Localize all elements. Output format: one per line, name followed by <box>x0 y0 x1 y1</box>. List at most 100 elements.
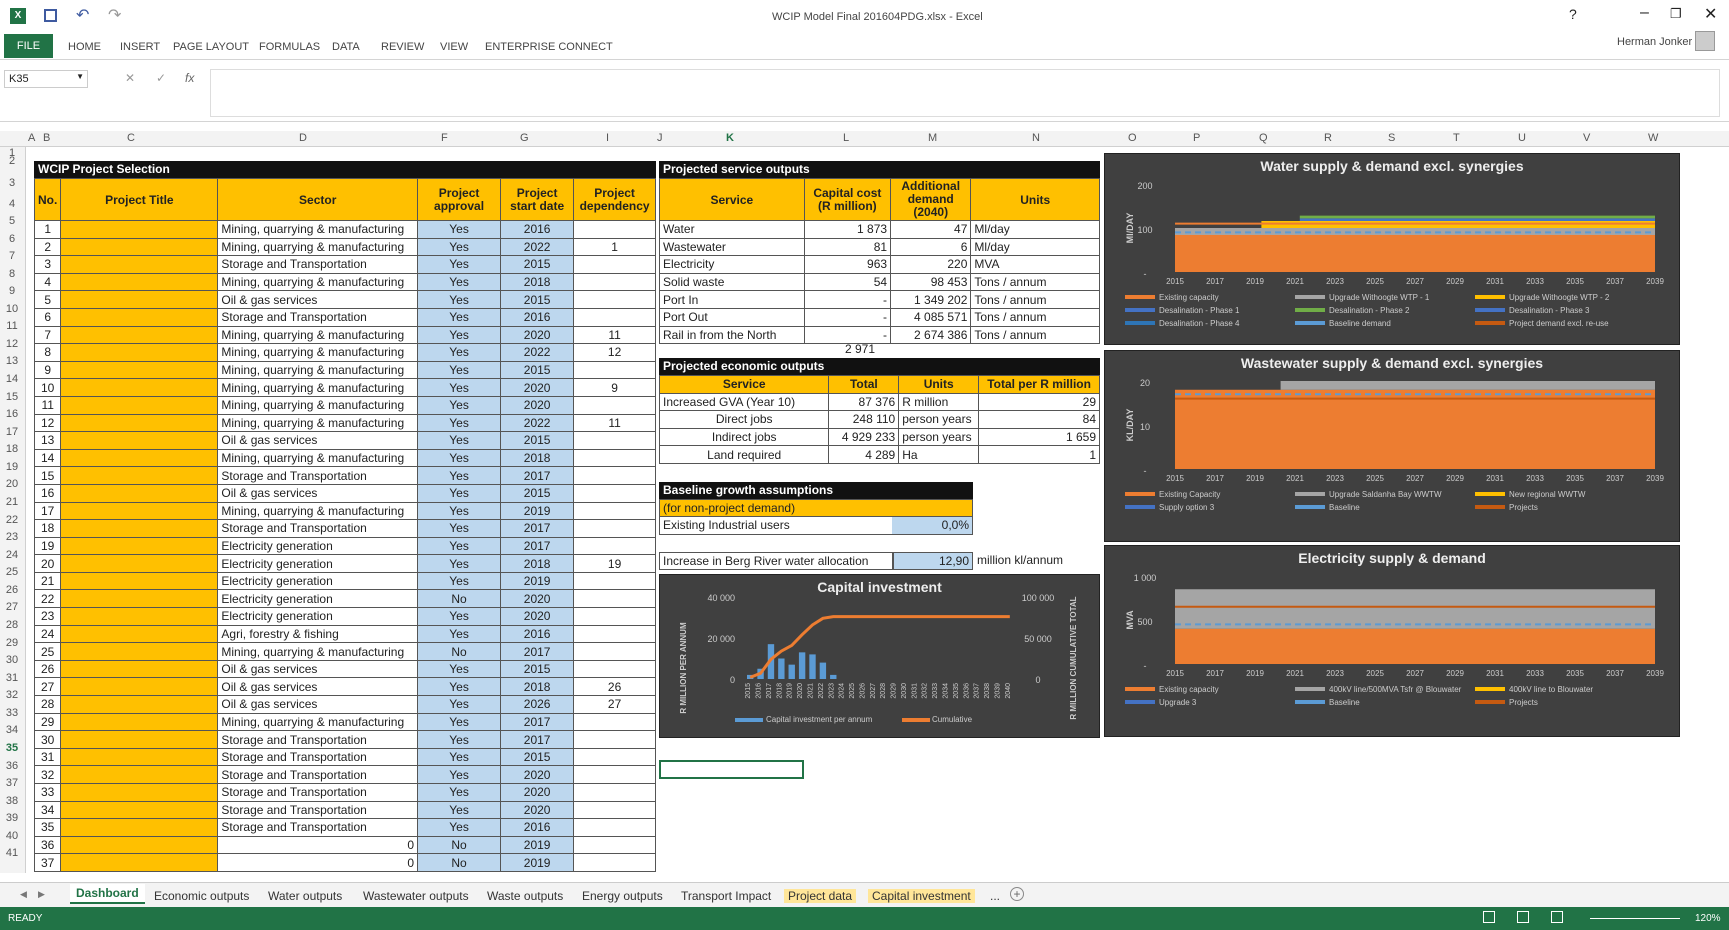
row-header[interactable]: 16 <box>0 408 24 420</box>
cell-no[interactable]: 9 <box>33 360 62 380</box>
cell-project-title[interactable] <box>60 255 219 274</box>
cell-sector[interactable]: 0 <box>217 835 419 855</box>
cell-no[interactable]: 35 <box>33 818 62 837</box>
col-header[interactable]: Q <box>1259 132 1268 144</box>
cell-sector[interactable]: Storage and Transportation <box>217 765 419 784</box>
cell-dependency[interactable] <box>573 431 656 450</box>
cell-start-date[interactable]: 2020 <box>500 783 575 802</box>
cell-sector[interactable]: Oil & gas services <box>217 677 419 697</box>
berg-value[interactable]: 12,90 <box>893 552 973 570</box>
redo-icon[interactable]: ↷ <box>108 5 121 25</box>
cell-demand[interactable]: 220 <box>890 255 972 274</box>
cell-project-title[interactable] <box>60 448 219 468</box>
cell-project-title[interactable] <box>60 395 219 415</box>
col-header[interactable]: N <box>1032 132 1040 144</box>
cell-sector[interactable]: Mining, quarrying & manufacturing <box>217 237 419 257</box>
cell-no[interactable]: 2 <box>33 237 62 257</box>
restore-icon[interactable]: ❐ <box>1670 6 1682 22</box>
cell-dependency[interactable]: 9 <box>573 378 656 397</box>
cell-approval[interactable]: Yes <box>417 607 502 626</box>
cell-dependency[interactable] <box>573 290 656 309</box>
cell-dependency[interactable] <box>573 624 656 644</box>
cell-approval[interactable]: Yes <box>417 360 502 380</box>
cell-dependency[interactable] <box>573 395 656 415</box>
cell-econ-total[interactable]: 87 376 <box>828 392 900 412</box>
cell-start-date[interactable]: 2019 <box>500 501 575 521</box>
cell-econ-units[interactable]: Ha <box>898 445 980 464</box>
cell-no[interactable]: 6 <box>33 307 62 327</box>
cell-start-date[interactable]: 2018 <box>500 448 575 468</box>
zoom-slider[interactable] <box>1590 918 1680 919</box>
cell-sector[interactable]: Oil & gas services <box>217 431 419 450</box>
cell-econ-service[interactable]: Increased GVA (Year 10) <box>658 392 830 412</box>
cell-project-title[interactable] <box>60 431 219 450</box>
zoom-level[interactable]: 120% <box>1695 913 1721 924</box>
cell-no[interactable]: 10 <box>33 378 62 397</box>
cell-service[interactable]: Port In <box>659 290 805 309</box>
cell-capital-cost[interactable]: - <box>803 290 892 309</box>
cell-dependency[interactable]: 1 <box>573 237 656 257</box>
cell-no[interactable]: 11 <box>33 395 62 415</box>
row-header[interactable]: 13 <box>0 355 24 367</box>
cell-econ-service[interactable]: Direct jobs <box>658 410 830 429</box>
cell-units[interactable]: MVA <box>970 255 1100 274</box>
row-header[interactable]: 40 <box>0 830 24 842</box>
row-header[interactable]: 28 <box>0 619 24 631</box>
cell-start-date[interactable]: 2015 <box>500 255 575 274</box>
cell-sector[interactable]: Mining, quarrying & manufacturing <box>217 642 419 661</box>
col-header[interactable]: I <box>606 132 609 144</box>
cell-project-title[interactable] <box>60 290 219 309</box>
cell-start-date[interactable]: 2019 <box>500 853 575 872</box>
col-header[interactable]: O <box>1128 132 1137 144</box>
row-header[interactable]: 36 <box>0 760 24 772</box>
cell-dependency[interactable]: 11 <box>573 325 656 345</box>
cell-project-title[interactable] <box>60 466 219 485</box>
row-header[interactable]: 9 <box>0 285 24 297</box>
cell-no[interactable]: 36 <box>33 835 62 855</box>
cell-approval[interactable]: Yes <box>417 307 502 327</box>
cell-project-title[interactable] <box>60 220 219 239</box>
cell-units[interactable]: Ml/day <box>970 237 1100 257</box>
next-sheet-icon[interactable]: ▶ <box>38 889 45 900</box>
col-header[interactable]: W <box>1648 132 1658 144</box>
name-box[interactable]: K35 ▼ <box>4 70 88 88</box>
cell-no[interactable]: 17 <box>33 501 62 521</box>
cell-econ-total[interactable]: 4 289 <box>828 445 900 464</box>
formula-input[interactable] <box>210 69 1720 117</box>
cell-dependency[interactable] <box>573 360 656 380</box>
cell-sector[interactable]: Storage and Transportation <box>217 466 419 485</box>
capital-investment-chart[interactable]: Capital investment 40 000 20 000 0 100 000 5… <box>659 574 1100 738</box>
cell-service[interactable]: Wastewater <box>659 237 805 257</box>
cell-capital-cost[interactable]: 963 <box>803 255 892 274</box>
cell-approval[interactable]: Yes <box>417 413 502 433</box>
cell-start-date[interactable]: 2017 <box>500 466 575 485</box>
cell-no[interactable]: 21 <box>33 571 62 591</box>
cell-approval[interactable]: Yes <box>417 448 502 468</box>
col-header[interactable]: S <box>1388 132 1395 144</box>
cell-no[interactable]: 19 <box>33 536 62 556</box>
cell-project-title[interactable] <box>60 589 219 609</box>
cell-sector[interactable]: Storage and Transportation <box>217 307 419 327</box>
cell-econ-service[interactable]: Land required <box>658 445 830 464</box>
cell-demand[interactable]: 47 <box>890 220 972 239</box>
cell-sector[interactable]: Electricity generation <box>217 571 419 591</box>
cell-project-title[interactable] <box>60 307 219 327</box>
cell-approval[interactable]: Yes <box>417 536 502 556</box>
cell-start-date[interactable]: 2017 <box>500 642 575 661</box>
row-header[interactable]: 30 <box>0 654 24 666</box>
row-header[interactable]: 5 <box>0 215 24 227</box>
cell-approval[interactable]: Yes <box>417 730 502 749</box>
cell-start-date[interactable]: 2015 <box>500 431 575 450</box>
row-header[interactable]: 18 <box>0 443 24 455</box>
col-header[interactable]: P <box>1193 132 1200 144</box>
cell-econ-per-million[interactable]: 84 <box>978 410 1100 429</box>
cell-dependency[interactable] <box>573 307 656 327</box>
cell-start-date[interactable]: 2020 <box>500 765 575 784</box>
cell-dependency[interactable] <box>573 800 656 820</box>
cell-sector[interactable]: Electricity generation <box>217 554 419 573</box>
cell-approval[interactable]: No <box>417 589 502 609</box>
cell-project-title[interactable] <box>60 659 219 679</box>
cell-units[interactable]: Tons / annum <box>970 290 1100 309</box>
tab-insert[interactable]: INSERT <box>120 41 160 53</box>
row-header[interactable]: 17 <box>0 426 24 438</box>
